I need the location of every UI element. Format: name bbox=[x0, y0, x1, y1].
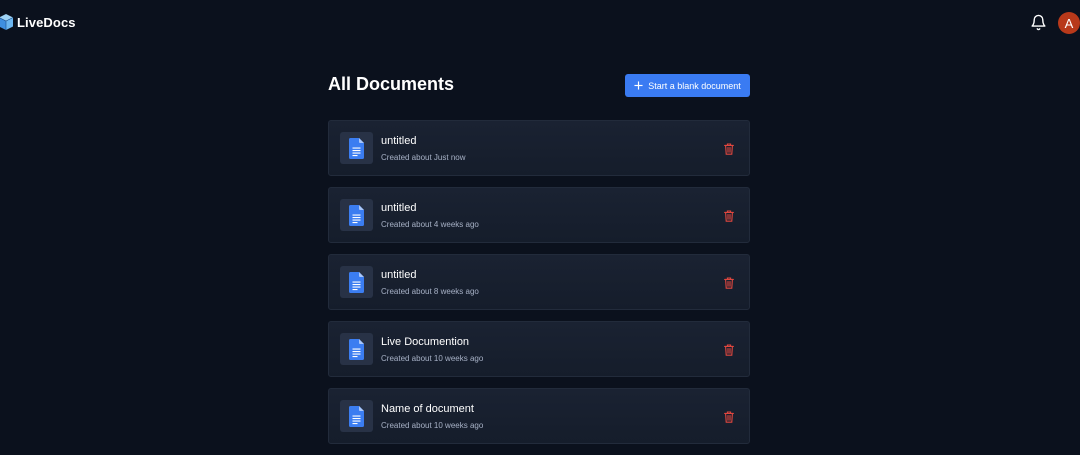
app-name: LiveDocs bbox=[17, 14, 76, 30]
notifications-button[interactable] bbox=[1030, 14, 1047, 31]
document-thumbnail bbox=[340, 266, 373, 298]
trash-icon bbox=[724, 411, 734, 423]
document-icon bbox=[349, 137, 364, 159]
avatar-initial: A bbox=[1064, 15, 1074, 31]
document-card[interactable]: untitled Created about 8 weeks ago bbox=[328, 254, 750, 310]
start-blank-document-label: Start a blank document bbox=[648, 80, 741, 91]
user-avatar[interactable]: A bbox=[1058, 12, 1080, 34]
start-blank-document-button[interactable]: Start a blank document bbox=[625, 74, 750, 97]
document-title: untitled bbox=[381, 135, 417, 147]
document-title: Live Documention bbox=[381, 336, 470, 348]
document-list: untitled Created about Just now untitled… bbox=[328, 120, 750, 455]
document-created-date: Created about 10 weeks ago bbox=[381, 354, 484, 363]
top-bar: LiveDocs A bbox=[0, 0, 1080, 46]
delete-document-button[interactable] bbox=[724, 411, 734, 423]
document-title: Name of document bbox=[381, 403, 474, 415]
document-title: untitled bbox=[381, 269, 417, 281]
document-title: untitled bbox=[381, 202, 417, 214]
plus-icon bbox=[634, 81, 643, 90]
app-logo[interactable]: LiveDocs bbox=[0, 13, 76, 31]
trash-icon bbox=[724, 277, 734, 289]
page-title: All Documents bbox=[328, 74, 455, 94]
document-icon bbox=[349, 271, 364, 293]
document-card[interactable]: untitled Created about 4 weeks ago bbox=[328, 187, 750, 243]
trash-icon bbox=[724, 344, 734, 356]
document-thumbnail bbox=[340, 400, 373, 432]
delete-document-button[interactable] bbox=[724, 143, 734, 155]
document-card[interactable]: Name of document Created about 10 weeks … bbox=[328, 388, 750, 444]
document-created-date: Created about 8 weeks ago bbox=[381, 287, 479, 296]
document-thumbnail bbox=[340, 199, 373, 231]
delete-document-button[interactable] bbox=[724, 210, 734, 222]
delete-document-button[interactable] bbox=[724, 277, 734, 289]
document-created-date: Created about Just now bbox=[381, 153, 466, 162]
document-created-date: Created about 4 weeks ago bbox=[381, 220, 479, 229]
delete-document-button[interactable] bbox=[724, 344, 734, 356]
document-thumbnail bbox=[340, 333, 373, 365]
document-thumbnail bbox=[340, 132, 373, 164]
trash-icon bbox=[724, 210, 734, 222]
document-icon bbox=[349, 338, 364, 360]
document-icon bbox=[349, 405, 364, 427]
document-card[interactable]: untitled Created about Just now bbox=[328, 120, 750, 176]
document-card[interactable]: Live Documention Created about 10 weeks … bbox=[328, 321, 750, 377]
bell-icon bbox=[1031, 14, 1046, 31]
cube-logo-icon bbox=[0, 14, 14, 30]
document-created-date: Created about 10 weeks ago bbox=[381, 421, 484, 430]
trash-icon bbox=[724, 143, 734, 155]
document-icon bbox=[349, 204, 364, 226]
